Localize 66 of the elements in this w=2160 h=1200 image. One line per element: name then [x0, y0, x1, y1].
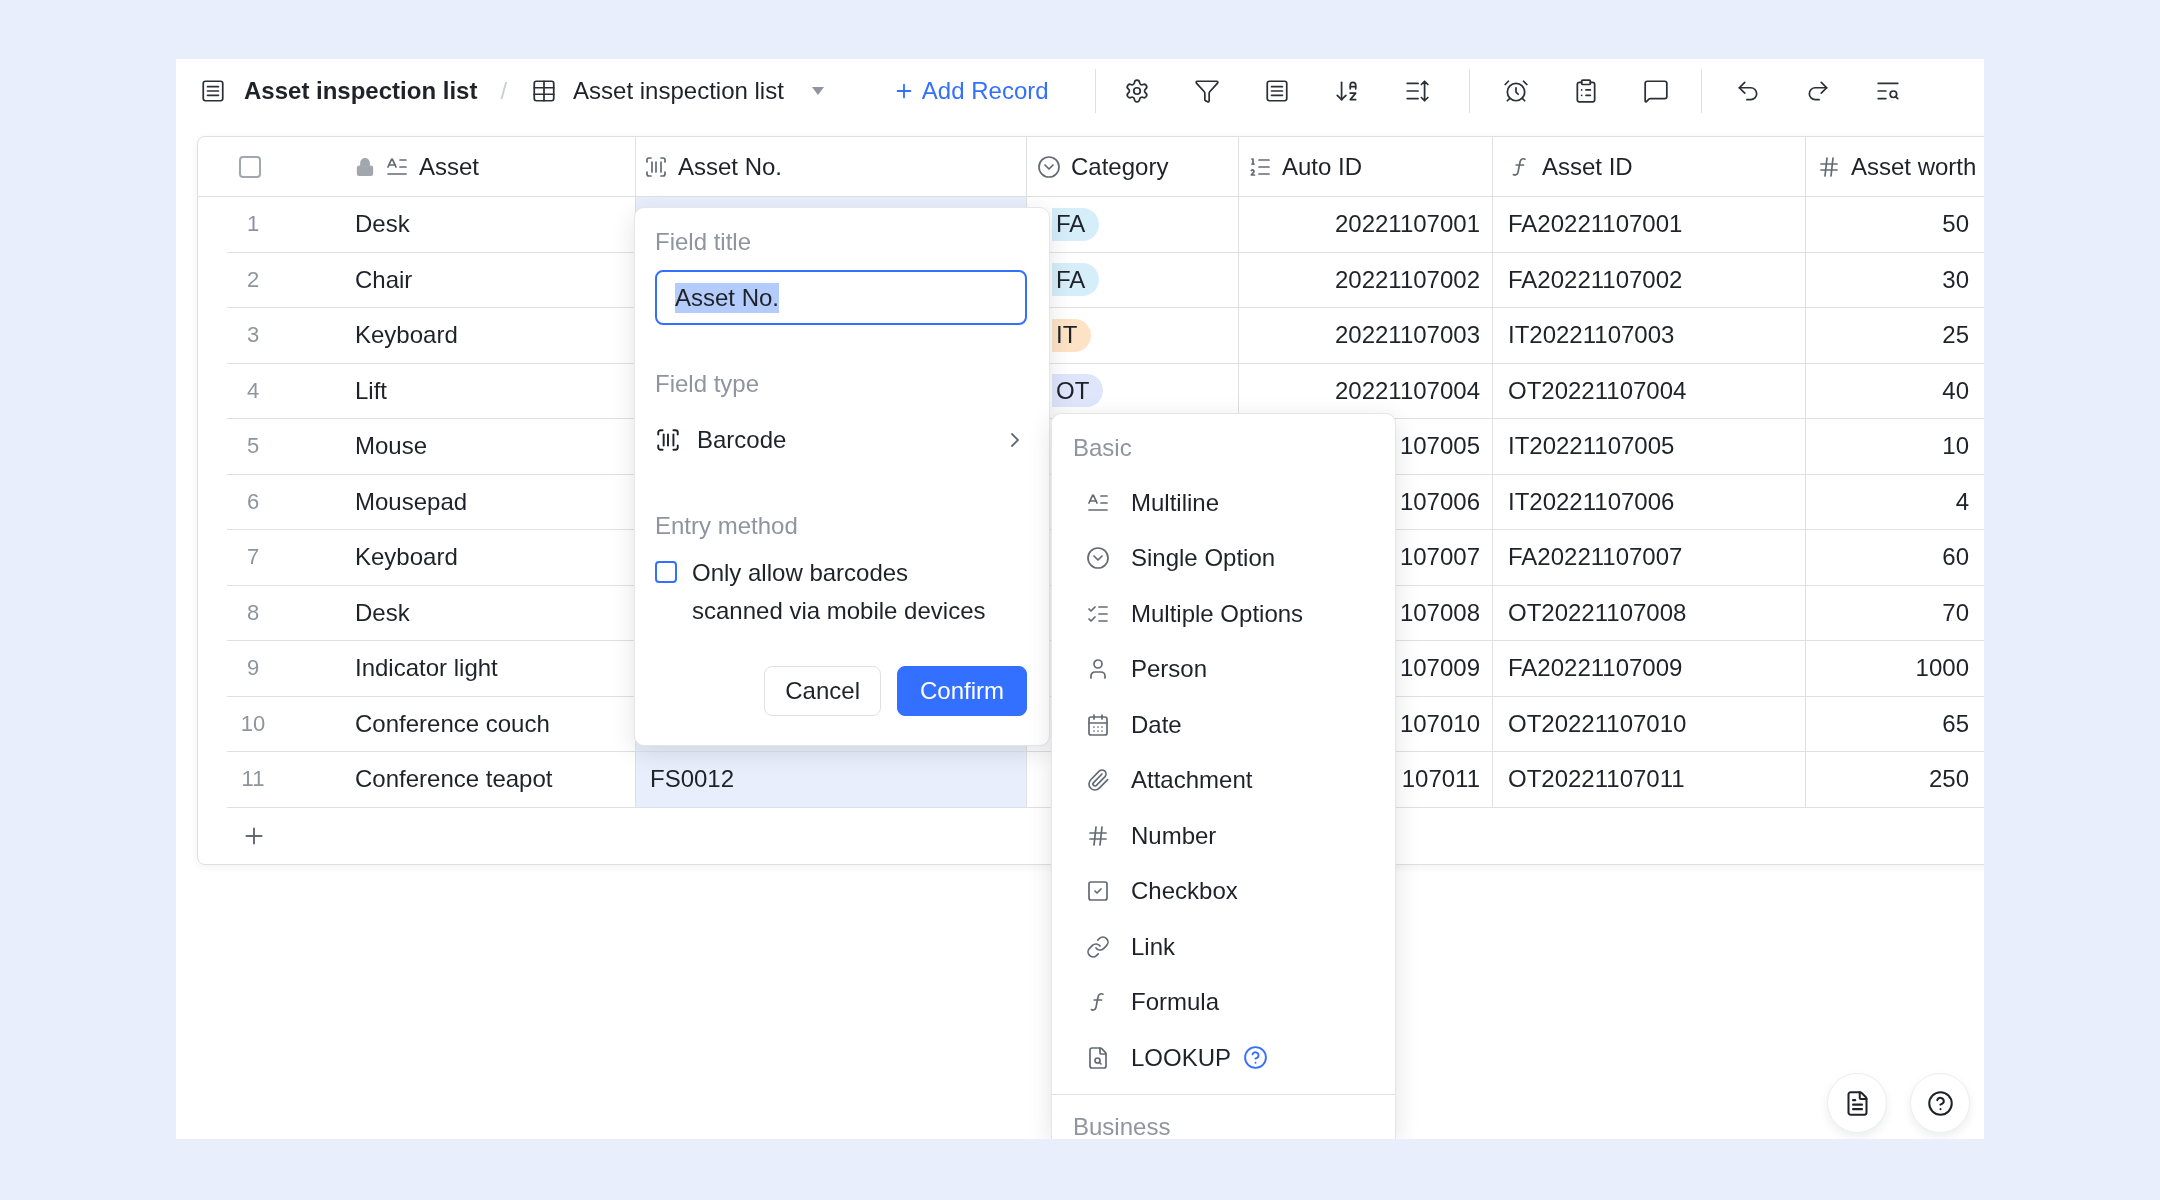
- row-number: 5: [245, 432, 261, 461]
- field-type-label: Field type: [655, 369, 761, 399]
- filter-icon[interactable]: [1193, 78, 1220, 104]
- column-header[interactable]: Asset ID: [1493, 137, 1806, 196]
- breadcrumb-separator: /: [500, 77, 508, 105]
- file-search-icon: [1086, 1045, 1110, 1070]
- row-number: 1: [245, 210, 261, 239]
- row-number: 11: [240, 765, 266, 794]
- table-icon: [531, 78, 558, 104]
- menu-item[interactable]: Number: [1052, 808, 1395, 864]
- sort-az-icon[interactable]: [1333, 78, 1360, 104]
- row-number: 6: [245, 487, 261, 516]
- row-number: 8: [245, 598, 261, 627]
- hash-icon: [1817, 154, 1841, 179]
- lines-updown-icon[interactable]: [1403, 78, 1430, 104]
- column-header[interactable]: Category: [1027, 137, 1239, 196]
- menu-item[interactable]: Formula: [1052, 974, 1395, 1030]
- sheet-title: Asset inspection list: [244, 77, 478, 105]
- column-header[interactable]: Asset worth: [1806, 137, 1984, 196]
- category-tag: FA: [1052, 207, 1100, 241]
- title-input[interactable]: Asset No.: [655, 270, 1027, 325]
- column-header[interactable]: Asset: [338, 137, 636, 196]
- chevron-circle-icon: [1086, 546, 1110, 571]
- row-number: 2: [245, 265, 261, 294]
- menu-item[interactable]: Checkbox: [1052, 863, 1395, 919]
- row-number: 10: [239, 709, 267, 738]
- help-icon: [1926, 1089, 1954, 1117]
- row-number: 4: [245, 376, 261, 405]
- section-title: Business: [1072, 1114, 1172, 1139]
- checkbox-label: Only allow barcodes scanned via mobile devices: [692, 558, 987, 626]
- speech-bubble-icon[interactable]: [1642, 78, 1669, 104]
- field-type-select[interactable]: Barcode: [655, 420, 1027, 460]
- barcode-icon: [644, 154, 668, 179]
- row-number: 9: [245, 654, 261, 683]
- add-record-button[interactable]: Add Record: [892, 77, 1049, 105]
- entry-method-label: Entry method: [655, 511, 799, 541]
- cancel-button[interactable]: Cancel: [764, 666, 881, 716]
- category-tag: OT: [1052, 374, 1104, 408]
- category-tag: IT: [1052, 318, 1092, 352]
- row-number: 7: [245, 543, 261, 572]
- column-header[interactable]: Auto ID: [1239, 137, 1493, 196]
- hash-icon: [1086, 823, 1110, 848]
- select-all-checkbox[interactable]: [239, 155, 261, 178]
- list-box-icon[interactable]: [1263, 78, 1290, 104]
- table-cell: FS0012: [636, 752, 1027, 807]
- help-icon[interactable]: [1243, 1045, 1269, 1071]
- caret-icon: [811, 87, 824, 95]
- alarm-clock-icon[interactable]: [1502, 78, 1529, 104]
- checked-square-icon: [1086, 879, 1110, 904]
- checkbox[interactable]: [655, 561, 677, 583]
- confirm-button[interactable]: Confirm: [897, 666, 1027, 716]
- menu-item[interactable]: LOOKUP: [1052, 1030, 1395, 1086]
- section-title: Basic: [1072, 436, 1133, 460]
- view-selector[interactable]: Asset inspection list: [531, 77, 824, 105]
- link-icon: [1086, 934, 1110, 959]
- calendar-icon: [1086, 712, 1110, 737]
- row-number: 3: [245, 321, 261, 350]
- barcode-icon: [655, 427, 681, 453]
- paperclip-icon: [1086, 768, 1110, 793]
- chevron-circle-icon: [1037, 154, 1061, 179]
- list-box-icon: [200, 78, 226, 104]
- field-title-label: Field title: [655, 227, 753, 257]
- settings-icon[interactable]: [1123, 78, 1150, 104]
- category-tag: FA: [1052, 263, 1100, 297]
- menu-item[interactable]: Link: [1052, 919, 1395, 975]
- column-header[interactable]: Asset No.: [636, 137, 1027, 196]
